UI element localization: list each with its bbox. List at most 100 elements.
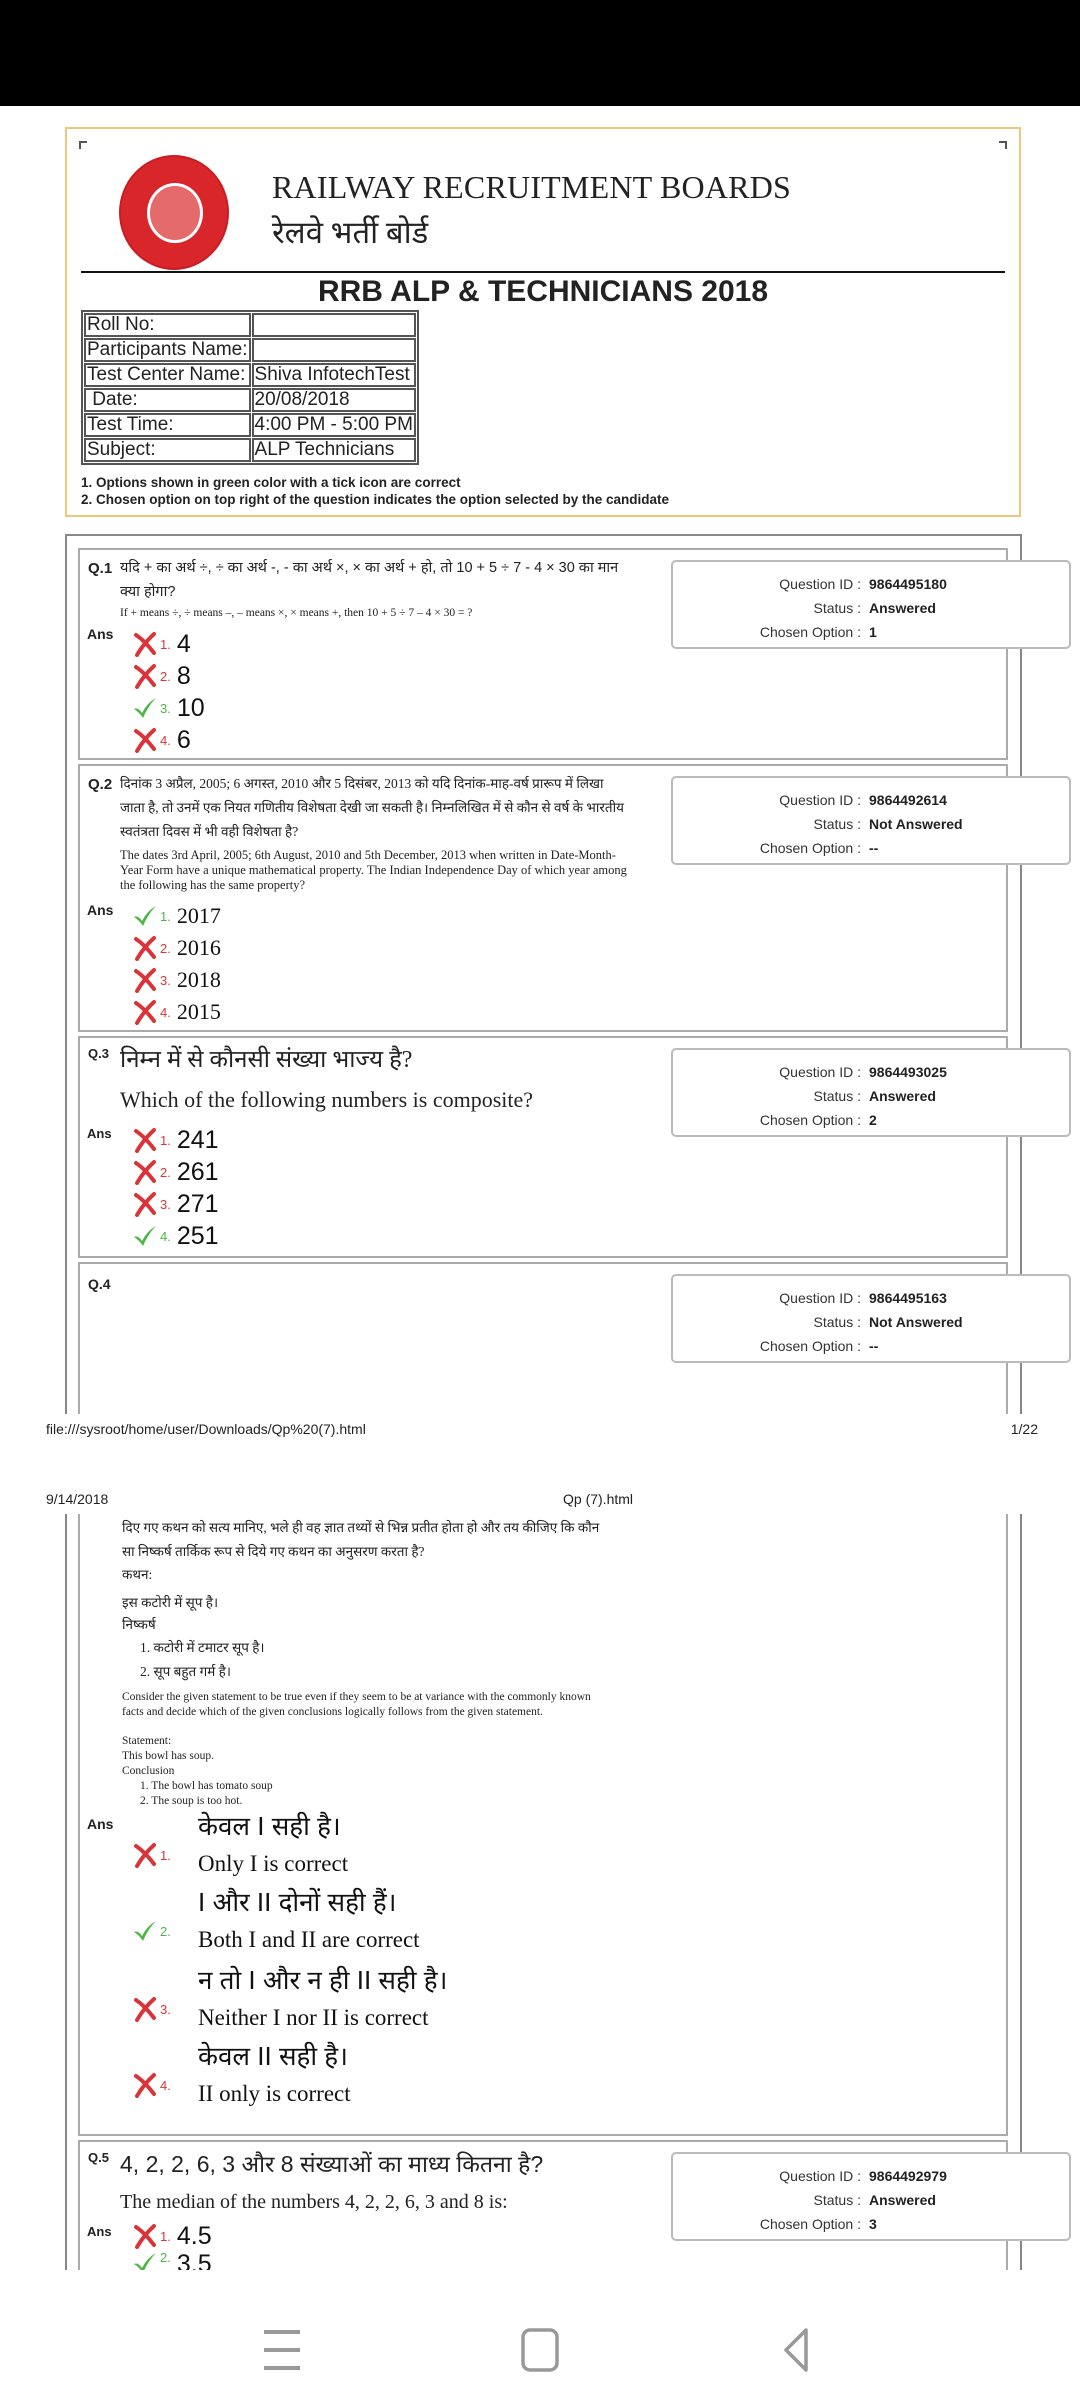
question-text: 4, 2, 2, 6, 3 और 8 संख्याओं का माध्य कित… [120, 2146, 640, 2218]
question-id-row: Question ID : 9864493025 [673, 1062, 1069, 1082]
question-meta-box: Question ID : 9864495163 Status : Not Answe… [671, 1274, 1071, 1363]
conclusion-label-english: Conclusion [122, 1765, 175, 1777]
answer-option: 1. 4.5 [132, 2220, 212, 2252]
option-number: 2. [160, 940, 171, 956]
home-icon [521, 2328, 559, 2372]
answer-option: 4. 6 [132, 724, 191, 756]
question-text-hindi: दिए गए कथन को सत्य मानिए, भले ही वह ज्ञा… [122, 1520, 600, 1559]
option-value: 251 [176, 1221, 219, 1250]
chosen-option-value: 3 [869, 2216, 877, 2232]
info-label: Test Center Name: [84, 363, 251, 387]
conclusion-english: 1. The bowl has tomato soup [140, 1780, 273, 1792]
statement-hindi: इस कटोरी में सूप है। [122, 1595, 219, 1610]
print-footer-page-number: 1/22 [1010, 1421, 1038, 1437]
answer-option: 2. 3.5 [132, 2250, 212, 2272]
correct-tick-icon [132, 1223, 158, 1249]
info-row: Subject: ALP Technicians [84, 438, 416, 462]
question-meta-box: Question ID : 9864492979 Status : Answered C… [671, 2152, 1071, 2241]
wrong-cross-icon [132, 2223, 158, 2249]
question-id-value: 9864495163 [869, 1290, 947, 1306]
status-value: Answered [869, 1088, 936, 1104]
info-label: Test Time: [84, 413, 251, 437]
question-id-value: 9864495180 [869, 576, 947, 592]
chosen-option-value: -- [869, 840, 879, 856]
chosen-option-value: -- [869, 1338, 879, 1354]
wrong-cross-icon [132, 1159, 158, 1185]
answer-option: 2. 2016 [132, 932, 221, 964]
option-number: 1. [160, 1132, 171, 1148]
answer-option: 4. 2015 [132, 996, 221, 1028]
wrong-cross-icon [132, 1996, 158, 2022]
question-text-english: The dates 3rd April, 2005; 6th August, 2… [120, 848, 627, 892]
question-id-label: Question ID : [779, 576, 861, 592]
correct-tick-icon [132, 1918, 158, 1944]
status-row: Status : Not Answered [673, 814, 1069, 834]
wrong-cross-icon [132, 663, 158, 689]
question-id-row: Question ID : 9864495180 [673, 574, 1069, 594]
chosen-option-label: Chosen Option : [759, 1112, 861, 1128]
option-number: 1. [160, 2228, 171, 2244]
option-value-english: Neither I nor II is correct [198, 2005, 429, 2030]
question-number: Q.3 [88, 1046, 109, 1061]
option-value: 3.5 [176, 2250, 212, 2272]
question-text-hindi: 4, 2, 2, 6, 3 और 8 संख्याओं का माध्य कित… [120, 2151, 544, 2177]
question-id-label: Question ID : [779, 1064, 861, 1080]
recent-apps-icon [264, 2330, 300, 2370]
chosen-option-value: 1 [869, 624, 877, 640]
recent-apps-button[interactable] [252, 2320, 312, 2380]
question-panel: Q.5 4, 2, 2, 6, 3 और 8 संख्याओं का माध्य… [78, 2140, 1071, 2274]
status-row: Status : Answered [673, 2190, 1069, 2210]
answer-option: 1. 241 [132, 1124, 219, 1156]
wrong-cross-icon [132, 631, 158, 657]
option-marker: 3. [132, 1996, 177, 2022]
indian-railways-logo [119, 155, 229, 270]
status-bar [0, 0, 1080, 106]
question-number: Q.4 [88, 1276, 111, 1292]
home-button[interactable] [510, 2320, 570, 2380]
corner-mark [79, 141, 87, 149]
wrong-cross-icon [132, 999, 158, 1025]
wrong-cross-icon [132, 727, 158, 753]
option-value: 4 [176, 629, 191, 658]
option-value-hindi: केवल II सही है। [198, 2041, 348, 2071]
back-button[interactable] [768, 2320, 828, 2380]
answer-option: 4. 251 [132, 1220, 219, 1252]
wrong-cross-icon [132, 2072, 158, 2098]
option-number: 3. [160, 2001, 171, 2017]
logo-emblem-icon [147, 183, 203, 243]
question-id-value: 9864492614 [869, 792, 947, 808]
ans-label: Ans [87, 902, 114, 918]
option-number: 1. [160, 908, 171, 924]
statement-label-english: Statement: [122, 1735, 172, 1747]
answer-option: 3. 10 [132, 692, 205, 724]
info-row: Test Center Name: Shiva InfotechTest [84, 363, 416, 387]
option-value: 6 [176, 725, 191, 754]
status-row: Status : Not Answered [673, 1312, 1069, 1332]
option-value: 2016 [176, 935, 221, 960]
chosen-option-label: Chosen Option : [759, 2216, 861, 2232]
question-id-row: Question ID : 9864495163 [673, 1288, 1069, 1308]
exam-header-panel: RAILWAY RECRUITMENT BOARDS रेलवे भर्ती ब… [65, 127, 1021, 517]
instruction-line: 1. Options shown in green color with a t… [81, 475, 461, 490]
question-panel: Q.3 निम्न में से कौनसी संख्या भाज्य है? … [78, 1036, 1071, 1258]
answer-option: 3. 271 [132, 1188, 219, 1220]
answer-option: 3. 2018 [132, 964, 221, 996]
option-value: 2018 [176, 967, 221, 992]
question-text: दिए गए कथन को सत्य मानिए, भले ही वह ज्ञा… [122, 1516, 602, 1809]
question-id-value: 9864493025 [869, 1064, 947, 1080]
option-value: 8 [176, 661, 191, 690]
question-id-label: Question ID : [779, 792, 861, 808]
option-value-hindi: न तो I और न ही II सही है। [198, 1965, 448, 1995]
info-row: Test Time: 4:00 PM - 5:00 PM [84, 413, 416, 437]
option-marker: 2. [132, 1918, 177, 1944]
chosen-option-value: 2 [869, 1112, 877, 1128]
status-value: Answered [869, 600, 936, 616]
question-text: यदि + का अर्थ ÷, ÷ का अर्थ -, - का अर्थ … [120, 556, 630, 621]
status-value: Answered [869, 2192, 936, 2208]
answer-option: 1. 2017 [132, 900, 221, 932]
option-value-hindi: केवल I सही है। [198, 1811, 341, 1841]
question-meta-box: Question ID : 9864493025 Status : Answered C… [671, 1048, 1071, 1137]
wrong-cross-icon [132, 967, 158, 993]
question-text-english: Which of the following numbers is compos… [120, 1087, 534, 1112]
info-label: Roll No: [84, 313, 251, 337]
